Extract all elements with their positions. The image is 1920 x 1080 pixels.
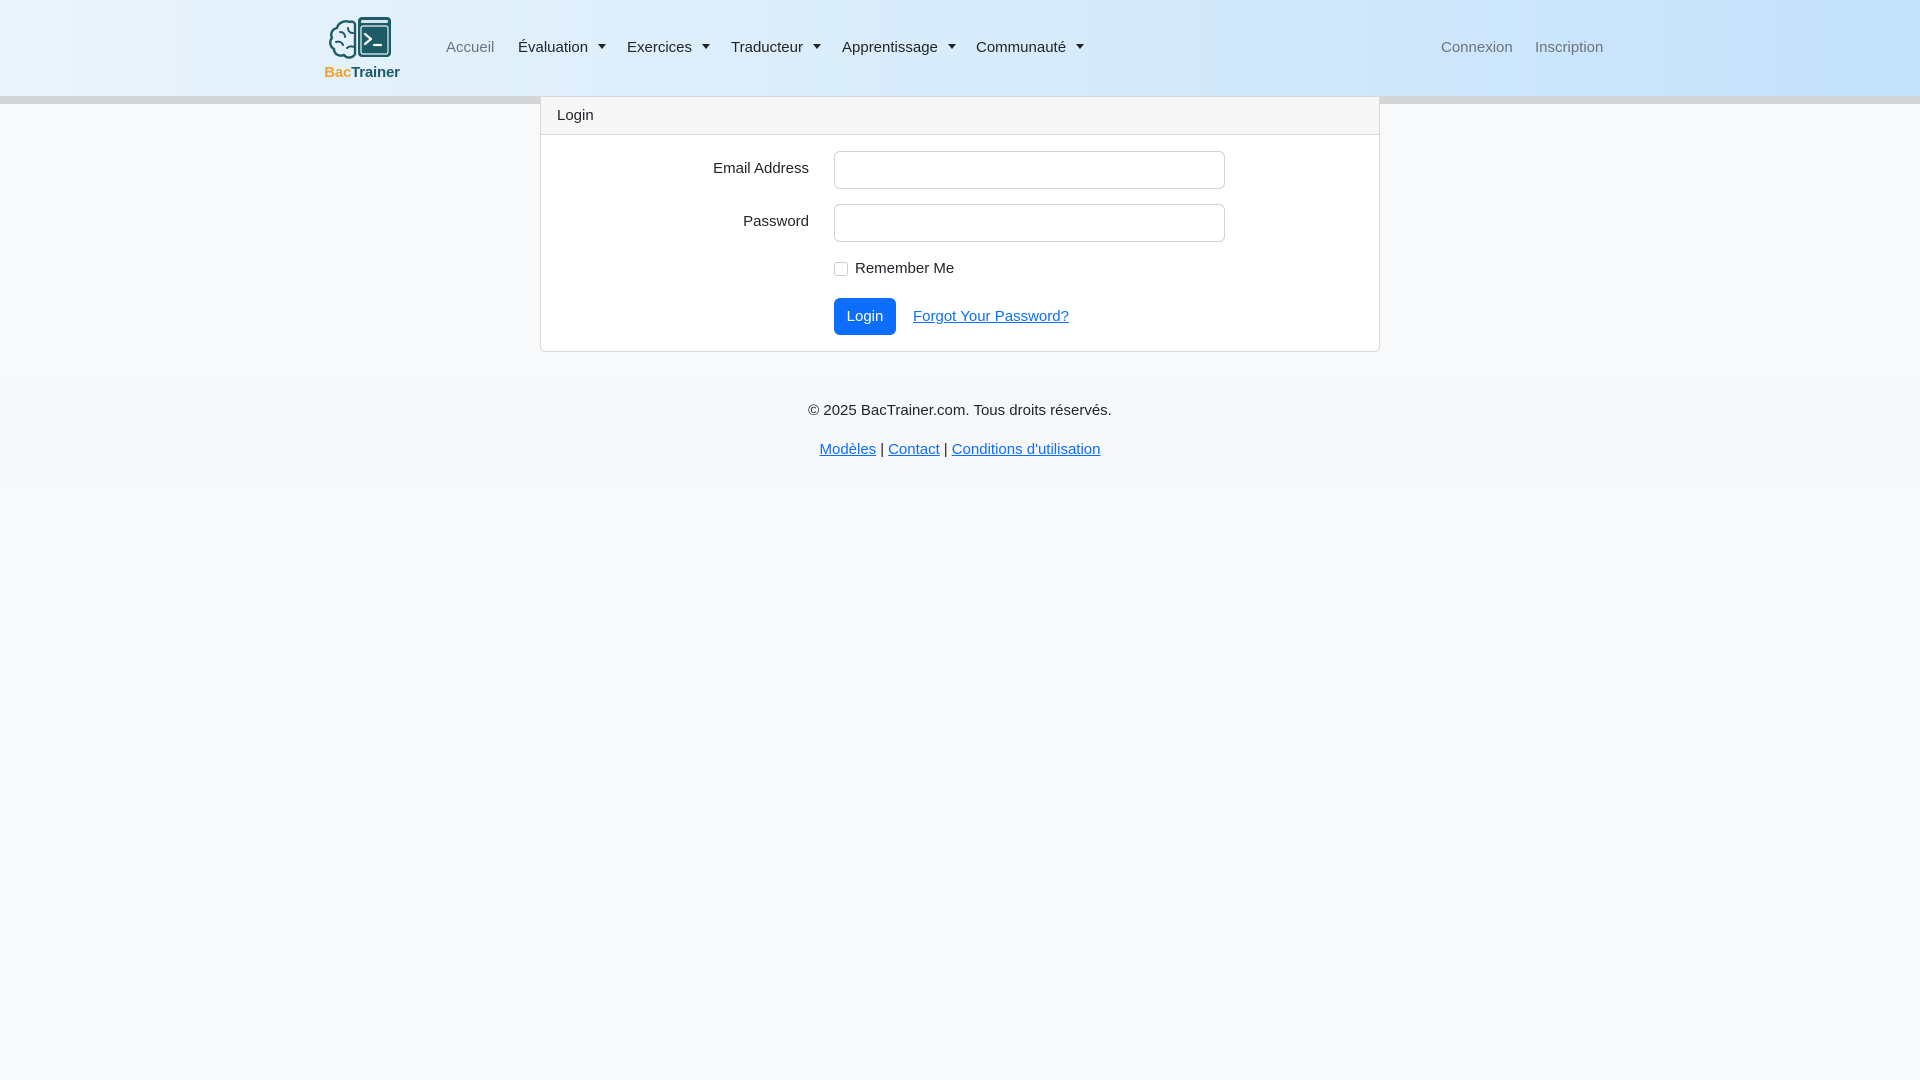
nav-apprentissage-dropdown[interactable]: Apprentissage	[842, 38, 956, 58]
brand-name-trainer: Trainer	[351, 64, 400, 81]
page-footer: © 2025 BacTrainer.com. Tous droits réser…	[0, 378, 1920, 486]
remember-me-label[interactable]: Remember Me	[855, 259, 954, 279]
nav-evaluation-dropdown[interactable]: Évaluation	[518, 38, 607, 58]
brand-name: BacTrainer	[322, 64, 402, 81]
nav-connexion[interactable]: Connexion	[1441, 38, 1513, 58]
nav-communaute-label: Communauté	[976, 39, 1067, 56]
email-label: Email Address	[713, 160, 809, 177]
caret-down-icon	[1076, 44, 1085, 49]
remember-me-checkbox[interactable]	[834, 262, 848, 276]
top-navbar: BacTrainer Accueil Évaluation Exercices …	[0, 0, 1920, 96]
forgot-password-link[interactable]: Forgot Your Password?	[913, 307, 1069, 327]
brand-name-bac: Bac	[324, 64, 352, 81]
login-card: Login Email Address Password Remember Me…	[540, 96, 1380, 352]
brain-terminal-icon	[329, 17, 391, 59]
nav-accueil[interactable]: Accueil	[446, 38, 494, 58]
nav-exercices-dropdown[interactable]: Exercices	[627, 38, 711, 58]
password-label: Password	[743, 213, 809, 230]
footer-separator: |	[943, 441, 948, 458]
password-input[interactable]	[834, 204, 1225, 242]
email-input[interactable]	[834, 151, 1225, 189]
login-button[interactable]: Login	[834, 298, 896, 335]
caret-down-icon	[598, 44, 607, 49]
caret-down-icon	[812, 44, 821, 49]
brand-logo[interactable]: BacTrainer	[322, 14, 402, 84]
nav-inscription[interactable]: Inscription	[1535, 38, 1603, 58]
login-card-header: Login	[541, 97, 1379, 135]
copyright-text: © 2025 BacTrainer.com. Tous droits réser…	[808, 402, 1112, 419]
footer-links: Modèles | Contact | Conditions d'utilisation	[0, 440, 1920, 460]
caret-down-icon	[947, 44, 956, 49]
nav-apprentissage-label: Apprentissage	[842, 39, 938, 56]
footer-link-conditions[interactable]: Conditions d'utilisation	[952, 441, 1101, 458]
nav-exercices-label: Exercices	[627, 39, 693, 56]
footer-link-contact[interactable]: Contact	[888, 441, 940, 458]
footer-link-modeles[interactable]: Modèles	[819, 441, 876, 458]
nav-traducteur-dropdown[interactable]: Traducteur	[731, 38, 821, 58]
footer-separator: |	[880, 441, 885, 458]
caret-down-icon	[702, 44, 711, 49]
nav-evaluation-label: Évaluation	[518, 39, 589, 56]
nav-traducteur-label: Traducteur	[731, 39, 803, 56]
nav-communaute-dropdown[interactable]: Communauté	[976, 38, 1085, 58]
